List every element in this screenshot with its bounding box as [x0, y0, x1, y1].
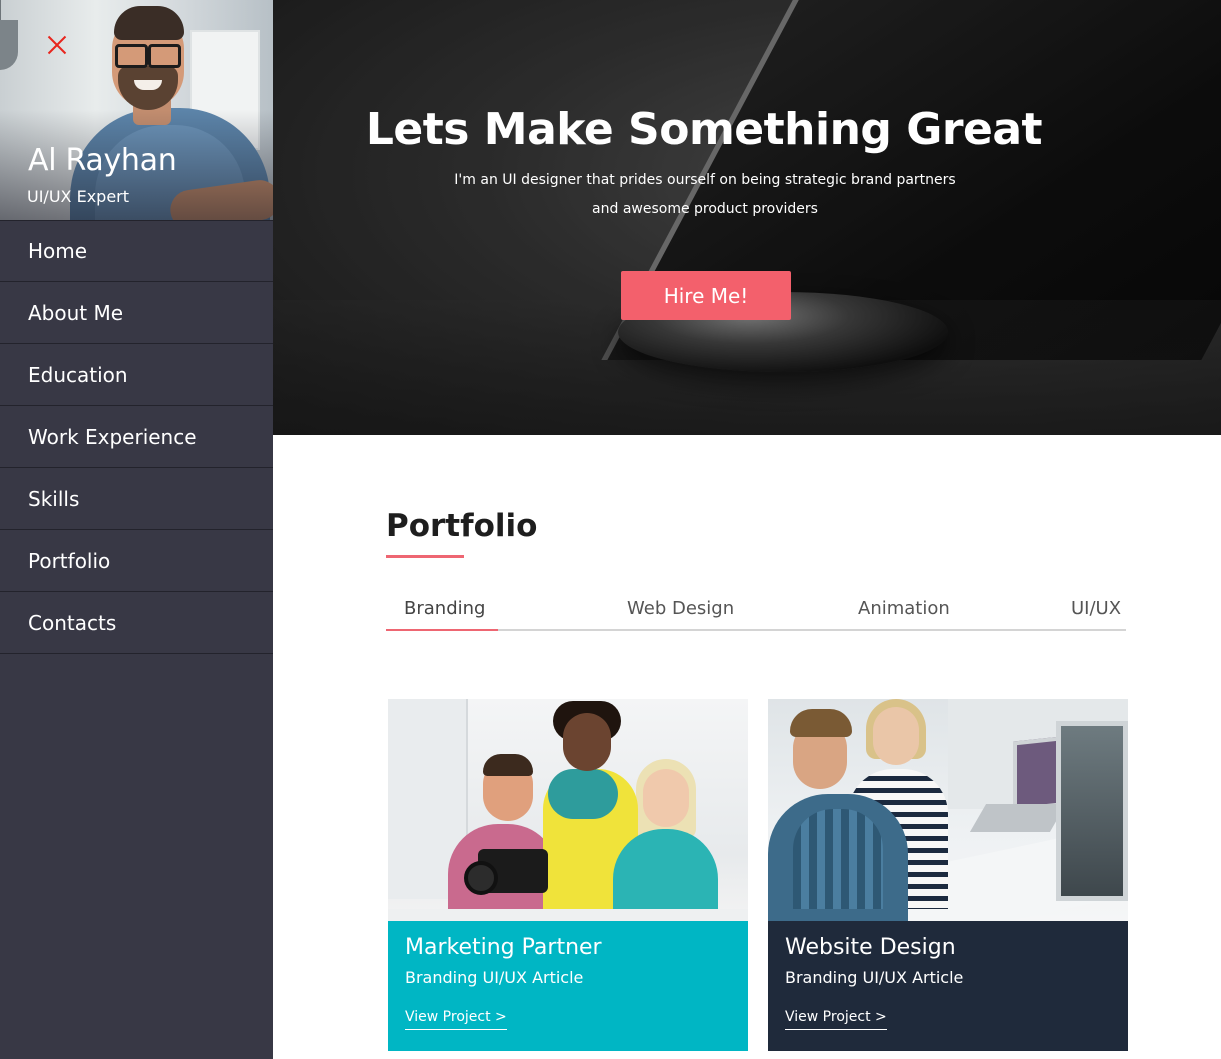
sidebar-nav: Home About Me Education Work Experience …	[0, 220, 273, 654]
profile-role: UI/UX Expert	[27, 187, 130, 206]
active-tab-indicator	[386, 629, 498, 631]
sidebar-item-education[interactable]: Education	[0, 344, 273, 406]
lamp-cord	[0, 0, 1, 22]
card-image-person	[483, 754, 533, 776]
card-image-person	[613, 829, 718, 921]
profile-name: Al Rayhan	[28, 143, 177, 178]
portfolio-title-underline	[386, 555, 464, 558]
card-image-shirt	[793, 809, 883, 909]
hire-me-button[interactable]: Hire Me!	[621, 271, 791, 320]
card-image-scarf	[548, 769, 618, 819]
tab-animation[interactable]: Animation	[858, 598, 950, 631]
portfolio-title: Portfolio	[386, 508, 538, 544]
hero-subtitle: I'm an UI designer that prides ourself o…	[454, 172, 956, 217]
card-body: Marketing Partner Branding UI/UX Article…	[388, 921, 748, 1051]
profile-hair	[114, 6, 184, 40]
sidebar-item-contacts[interactable]: Contacts	[0, 592, 273, 654]
laptop-icon	[1013, 736, 1061, 812]
sidebar-item-work-experience[interactable]: Work Experience	[0, 406, 273, 468]
sidebar-item-skills[interactable]: Skills	[0, 468, 273, 530]
view-project-link[interactable]: View Project >	[785, 1009, 887, 1030]
card-image	[768, 699, 1128, 921]
camera-lens	[464, 861, 498, 895]
sidebar-item-about-me[interactable]: About Me	[0, 282, 273, 344]
card-image-person	[790, 709, 852, 737]
lamp	[0, 20, 18, 70]
portfolio-card-website-design[interactable]: Website Design Branding UI/UX Article Vi…	[768, 699, 1128, 1051]
card-image-table	[388, 909, 748, 921]
card-subtitle: Branding UI/UX Article	[785, 968, 964, 987]
card-title: Marketing Partner	[405, 935, 602, 960]
card-image-person	[643, 769, 689, 827]
card-body: Website Design Branding UI/UX Article Vi…	[768, 921, 1128, 1051]
card-image-person	[563, 713, 611, 771]
laptop-base	[969, 804, 1067, 832]
card-title: Website Design	[785, 935, 956, 960]
sidebar: Al Rayhan UI/UX Expert Home About Me Edu…	[0, 0, 273, 1059]
portfolio-card-marketing-partner[interactable]: Marketing Partner Branding UI/UX Article…	[388, 699, 748, 1051]
hero-title: Lets Make Something Great	[365, 104, 1043, 155]
tab-web-design[interactable]: Web Design	[627, 598, 734, 631]
tab-ui-ux[interactable]: UI/UX	[1071, 598, 1121, 631]
portfolio-tabs: Branding Web Design Animation UI/UX	[386, 598, 1126, 631]
sidebar-item-portfolio[interactable]: Portfolio	[0, 530, 273, 592]
card-image	[388, 699, 748, 921]
profile-header: Al Rayhan UI/UX Expert	[0, 0, 273, 220]
hero-banner: Lets Make Something Great I'm an UI desi…	[273, 0, 1221, 435]
view-project-link[interactable]: View Project >	[405, 1009, 507, 1030]
sidebar-item-home[interactable]: Home	[0, 220, 273, 282]
monitor-icon	[1056, 721, 1128, 901]
card-image-person	[873, 707, 919, 765]
close-icon[interactable]	[46, 34, 68, 56]
profile-glasses	[115, 44, 181, 68]
tab-branding[interactable]: Branding	[404, 598, 485, 631]
card-subtitle: Branding UI/UX Article	[405, 968, 584, 987]
